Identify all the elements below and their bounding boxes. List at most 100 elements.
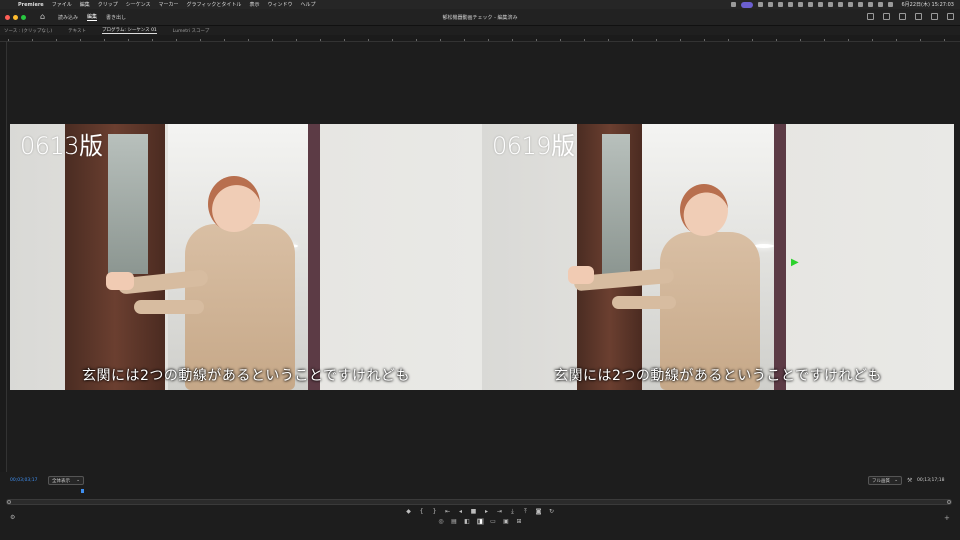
video-right-version: 0619版 玄関には2つの動線があるということですけれども — [482, 124, 954, 390]
button-editor-icon[interactable]: ⊞ — [516, 518, 523, 525]
menu-edit[interactable]: 編集 — [80, 1, 90, 8]
tab-export[interactable]: 書き出し — [106, 14, 126, 21]
zoom-level-value: 全体表示 — [52, 478, 70, 484]
notifications-icon[interactable] — [931, 13, 938, 20]
go-to-out-icon[interactable]: ⇥ — [496, 508, 503, 515]
menu-window[interactable]: ウィンドウ — [267, 1, 292, 8]
menu-marker[interactable]: マーカー — [159, 1, 179, 8]
zoom-scroll-bar[interactable] — [6, 499, 952, 505]
tray-active-app-icon[interactable] — [740, 1, 753, 8]
window-controls — [5, 14, 26, 20]
close-window-button[interactable] — [5, 14, 10, 20]
fullscreen-icon[interactable] — [915, 13, 922, 20]
tray-icon[interactable] — [757, 2, 763, 7]
mark-out-icon[interactable]: } — [431, 508, 438, 515]
bluetooth-icon[interactable] — [847, 2, 853, 7]
door-glass — [602, 134, 630, 274]
search-icon[interactable] — [877, 2, 883, 7]
chevron-down-icon: ⌄ — [76, 478, 80, 483]
step-forward-icon[interactable]: ▸ — [483, 508, 490, 515]
stop-icon[interactable]: ■ — [470, 508, 477, 515]
share-icon[interactable] — [899, 13, 906, 20]
tab-edit[interactable]: 編集 — [87, 13, 98, 21]
tray-icon[interactable] — [787, 2, 793, 7]
tray-icon[interactable] — [730, 2, 736, 7]
menu-file[interactable]: ファイル — [52, 1, 72, 8]
person-head — [680, 184, 728, 236]
battery-icon[interactable] — [837, 2, 843, 7]
multi-camera-icon[interactable]: ▤ — [451, 518, 458, 525]
go-to-in-icon[interactable]: ⇤ — [444, 508, 451, 515]
person-hand — [106, 272, 134, 290]
tab-source[interactable]: ソース : (クリップなし) — [4, 28, 52, 34]
add-button-icon[interactable]: + — [944, 514, 950, 522]
person-head — [208, 176, 260, 232]
header-tools — [867, 13, 954, 20]
volume-icon[interactable] — [857, 2, 863, 7]
version-label-left: 0613版 — [20, 132, 103, 160]
time-ruler[interactable] — [6, 489, 950, 495]
tray-icon[interactable] — [797, 2, 803, 7]
mark-in-icon[interactable]: { — [418, 508, 425, 515]
step-back-icon[interactable]: ◂ — [457, 508, 464, 515]
tray-icon[interactable] — [807, 2, 813, 7]
loop-icon[interactable]: ↻ — [548, 508, 555, 515]
person-arm-lower — [612, 296, 676, 309]
menubar-clock[interactable]: 6月22日(木) 15:27:03 — [902, 1, 955, 8]
person-arm-lower — [134, 300, 204, 314]
vr-video-icon[interactable]: ▭ — [490, 518, 497, 525]
person-hand — [568, 266, 594, 284]
apple-icon[interactable] — [6, 2, 12, 8]
export-frame-icon[interactable]: ▣ — [503, 518, 510, 525]
tab-lumetri-scopes[interactable]: Lumetri スコープ — [173, 28, 209, 34]
menu-app-name[interactable]: Premiere — [18, 2, 44, 8]
horizontal-ruler — [0, 35, 960, 42]
menu-view[interactable]: 表示 — [249, 1, 259, 8]
overwrite-icon[interactable]: ⤒ — [522, 508, 529, 515]
subtitle-right: 玄関には2つの動線があるということですけれども — [554, 368, 882, 384]
zoom-window-button[interactable] — [21, 14, 26, 20]
marker-icon[interactable]: ◆ — [405, 508, 412, 515]
program-monitor: 0613版 玄関には2つの動線があるということですけれども 0619版 玄関には… — [8, 42, 954, 472]
tab-program[interactable]: プログラム: シーケンス 01 — [102, 27, 157, 34]
menu-sequence[interactable]: シーケンス — [126, 1, 151, 8]
panel-tabs: ソース : (クリップなし) テキスト プログラム: シーケンス 01 Lume… — [0, 26, 960, 35]
current-timecode[interactable]: 00;03;03;17 — [10, 478, 37, 483]
duration-timecode: 00;13;17;18 — [917, 478, 945, 483]
door-frame-right — [774, 124, 786, 390]
control-center-icon[interactable] — [887, 2, 893, 7]
subtitle-left: 玄関には2つの動線があるということですけれども — [82, 368, 410, 384]
tab-text[interactable]: テキスト — [68, 28, 86, 34]
video-frame[interactable]: 0613版 玄関には2つの動線があるということですけれども 0619版 玄関には… — [10, 124, 954, 390]
playback-resolution-value: フル画質 — [872, 478, 890, 484]
tray-icon[interactable] — [827, 2, 833, 7]
tray-icon[interactable] — [817, 2, 823, 7]
comparison-icon[interactable]: ◧ — [464, 518, 471, 525]
menu-clip[interactable]: クリップ — [98, 1, 118, 8]
workspace-icon[interactable] — [867, 13, 874, 20]
safe-margins-icon[interactable]: ◎ — [438, 518, 445, 525]
wrench-icon[interactable]: ⚒ — [907, 477, 912, 484]
tray-icon[interactable] — [767, 2, 773, 7]
menu-graphics[interactable]: グラフィックとタイトル — [187, 1, 242, 8]
transport-controls: ◆ { } ⇤ ◂ ■ ▸ ⇥ ⤓ ⤒ ◙ ↻ ◎ ▤ ◧ ◨ ▭ ▣ ⊞ — [0, 507, 960, 531]
minimize-window-button[interactable] — [13, 14, 18, 20]
document-title: 郁松機器動画チェック - 編集済み — [442, 15, 518, 21]
insert-icon[interactable]: ⤓ — [509, 508, 516, 515]
video-left-version: 0613版 玄関には2つの動線があるということですけれども — [10, 124, 482, 390]
panel-layout-icon[interactable] — [883, 13, 890, 20]
playhead-marker[interactable] — [81, 489, 84, 493]
camera-icon[interactable]: ◙ — [535, 508, 542, 515]
wifi-icon[interactable] — [867, 2, 873, 7]
expand-icon[interactable] — [947, 13, 954, 20]
tray-icon[interactable] — [777, 2, 783, 7]
menu-help[interactable]: ヘルプ — [300, 1, 315, 8]
split-view-icon[interactable]: ◨ — [476, 518, 484, 525]
zoom-level-select[interactable]: 全体表示 ⌄ — [48, 476, 84, 485]
scroll-handle-right[interactable] — [947, 500, 951, 504]
door-glass — [108, 134, 148, 274]
playback-resolution-select[interactable]: フル画質 ⌄ — [868, 476, 902, 485]
home-icon[interactable]: ⌂ — [40, 13, 48, 21]
scroll-handle-left[interactable] — [7, 500, 11, 504]
tab-import[interactable]: 読み込み — [58, 14, 78, 21]
